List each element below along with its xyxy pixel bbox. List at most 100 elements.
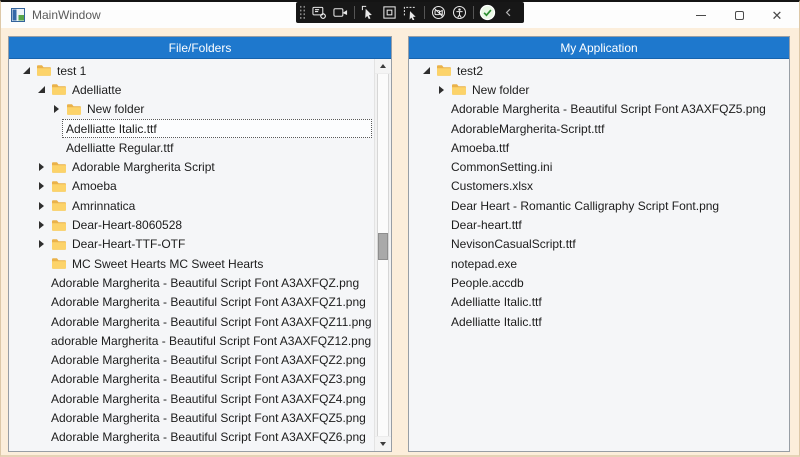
tree-item[interactable]: People.accdb [409,273,789,292]
maximize-button[interactable] [720,2,758,28]
tree-item-label: Dear-heart.ttf [451,218,522,232]
scroll-up-button[interactable] [375,59,391,74]
tree-item[interactable]: notepad.exe [409,254,789,273]
file-folders-header: File/Folders [9,37,391,59]
tree-item-label: Adorable Margherita - Beautiful Script F… [51,276,359,290]
folder-icon [51,83,67,96]
tree-item-label: Adorable Margherita - Beautiful Script F… [51,450,366,451]
tree-item-label: MC Sweet Hearts MC Sweet Hearts [72,257,263,271]
my-application-header: My Application [409,37,789,59]
scroll-up-icon [380,64,386,68]
file-folders-header-label: File/Folders [169,41,232,55]
scroll-down-button[interactable] [375,436,391,451]
tree-item[interactable]: Adelliatte Italic.ttf [9,119,391,138]
collapse-expander-icon[interactable] [37,85,47,95]
tree-item[interactable]: NevisonCasualScript.ttf [409,235,789,254]
folder-icon [451,83,467,96]
close-button[interactable]: ✕ [758,2,796,28]
scrollbar-thumb[interactable] [378,233,388,260]
tree-item[interactable]: New folder [409,80,789,99]
tree-item[interactable]: Amoeba [9,177,391,196]
tree-item-label: CommonSetting.ini [451,160,552,174]
tree-item[interactable]: Adorable Margherita - Beautiful Script F… [9,273,391,292]
tree-item-label: Adorable Margherita - Beautiful Script F… [51,353,366,367]
folder-icon [51,238,67,251]
tree-item[interactable]: Amoeba.ttf [409,138,789,157]
toolbar-grip-handle[interactable] [299,5,306,20]
tree-item-label: notepad.exe [451,257,517,271]
tree-item[interactable]: Adorable Margherita - Beautiful Script F… [9,428,391,447]
folder-icon [51,219,67,232]
tree-item[interactable]: Dear-heart.ttf [409,215,789,234]
webcam-disabled-icon[interactable] [428,3,449,22]
tree-item[interactable]: Adorable Margherita - Beautiful Script F… [409,100,789,119]
tree-item[interactable]: Adelliatte [9,80,391,99]
freehand-capture-icon[interactable] [400,3,421,22]
tree-item[interactable]: Dear-Heart-TTF-OTF [9,235,391,254]
scrollbar-track[interactable] [375,74,391,436]
tree-item[interactable]: Adorable Margherita Script [9,157,391,176]
tree-item-label: People.accdb [451,276,524,290]
collapse-chevron-icon[interactable] [498,3,519,22]
finish-check-icon[interactable] [477,3,498,22]
app-icon [11,8,25,22]
tree-item[interactable]: CommonSetting.ini [409,157,789,176]
window-capture-icon[interactable] [379,3,400,22]
expand-expander-icon[interactable] [37,201,47,211]
tree-item[interactable]: Adelliatte Italic.ttf [409,293,789,312]
minimize-button[interactable] [682,2,720,28]
tree-item[interactable]: Adorable Margherita - Beautiful Script F… [9,408,391,427]
folder-icon [51,180,67,193]
video-camera-icon[interactable] [330,3,351,22]
tree-item-label: Dear Heart - Romantic Calligraphy Script… [451,199,719,213]
tree-item[interactable]: Adorable Margherita - Beautiful Script F… [9,370,391,389]
tree-item[interactable]: Adorable Margherita - Beautiful Script F… [9,350,391,369]
tree-item[interactable]: New folder [9,100,391,119]
my-application-tree-body: test2New folderAdorable Margherita - Bea… [409,59,789,451]
tree-item-label: Adelliatte Italic.ttf [451,315,542,329]
expand-expander-icon[interactable] [52,104,62,114]
recorder-settings-icon[interactable] [309,3,330,22]
tree-item-label: adorable Margherita - Beautiful Script F… [51,334,371,348]
my-application-tree: test2New folderAdorable Margherita - Bea… [409,61,789,451]
tree-item[interactable]: Adorable Margherita - Beautiful Script F… [9,293,391,312]
tree-item[interactable]: adorable Margherita - Beautiful Script F… [9,331,391,350]
vertical-scrollbar[interactable] [374,59,391,451]
tree-item-label: Amoeba [72,179,117,193]
tree-item[interactable]: Adelliatte Regular.ttf [9,138,391,157]
my-application-header-label: My Application [560,41,637,55]
tree-item-label: Adorable Margherita - Beautiful Script F… [51,430,366,444]
pointer-capture-icon[interactable] [358,3,379,22]
tree-item[interactable]: Adorable Margherita - Beautiful Script F… [9,312,391,331]
tree-item[interactable]: Amrinnatica [9,196,391,215]
tree-item-label: Adorable Margherita Script [72,160,215,174]
tree-item-label: Adorable Margherita - Beautiful Script F… [51,392,366,406]
accessibility-icon[interactable] [449,3,470,22]
tree-item[interactable]: AdorableMargherita-Script.ttf [409,119,789,138]
folder-icon [51,199,67,212]
expand-expander-icon[interactable] [37,162,47,172]
tree-item[interactable]: Dear Heart - Romantic Calligraphy Script… [409,196,789,215]
tree-item[interactable]: Customers.xlsx [409,177,789,196]
expand-expander-icon[interactable] [437,85,447,95]
tree-item[interactable]: Adorable Margherita - Beautiful Script F… [9,447,391,451]
tree-item-label: Amoeba.ttf [451,141,509,155]
expand-expander-icon[interactable] [37,220,47,230]
recorder-toolbar [296,2,524,23]
tree-item[interactable]: Adelliatte Italic.ttf [409,312,789,331]
tree-item[interactable]: test 1 [9,61,391,80]
tree-item[interactable]: Adorable Margherita - Beautiful Script F… [9,389,391,408]
toolbar-separator [424,6,425,19]
tree-item-label: Adelliatte [72,83,121,97]
tree-item[interactable]: Dear-Heart-8060528 [9,215,391,234]
tree-item[interactable]: test2 [409,61,789,80]
expand-expander-icon[interactable] [37,239,47,249]
collapse-expander-icon[interactable] [422,66,432,76]
tree-item[interactable]: MC Sweet Hearts MC Sweet Hearts [9,254,391,273]
tree-item-label: Dear-Heart-8060528 [72,218,182,232]
collapse-expander-icon[interactable] [22,66,32,76]
tree-item-label: Dear-Heart-TTF-OTF [72,237,185,251]
my-application-panel: My Application test2New folderAdorable M… [408,36,790,452]
expand-expander-icon[interactable] [37,181,47,191]
tree-item-label: Adorable Margherita - Beautiful Script F… [51,411,366,425]
